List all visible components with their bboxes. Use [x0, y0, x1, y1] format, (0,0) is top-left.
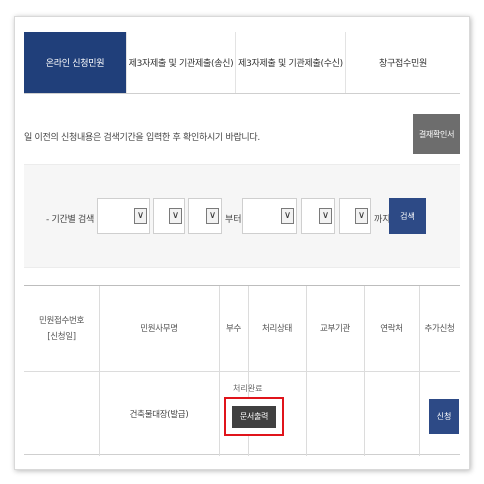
- print-highlight-box: 문서출력: [224, 397, 284, 436]
- end-day-select[interactable]: ∨: [339, 198, 371, 234]
- cell-status: 처리완료: [233, 384, 263, 393]
- cell-contact: [364, 371, 419, 456]
- tab-online-applications[interactable]: 온라인 신청민원: [24, 32, 127, 93]
- chevron-down-icon: ∨: [355, 208, 368, 224]
- cell-affair-name: 건축물대장(발급): [129, 409, 189, 420]
- period-search-label: - 기간별 검색: [46, 215, 94, 225]
- cell-issuing-org: [306, 371, 364, 456]
- print-document-button[interactable]: 문서출력: [232, 405, 276, 428]
- header-contact: 연락처: [380, 323, 403, 334]
- start-day-select[interactable]: ∨: [188, 198, 222, 234]
- header-copies: 부수: [225, 323, 242, 334]
- header-add-apply: 추가신청: [424, 323, 455, 334]
- header-receipt-no: 민원접수번호 [신청일]: [24, 286, 99, 371]
- end-year-select[interactable]: ∨: [242, 198, 297, 234]
- chevron-down-icon: ∨: [319, 208, 332, 224]
- tab-third-party-received[interactable]: 제3자제출 및 기관제출(수신): [236, 32, 346, 93]
- start-month-select[interactable]: ∨: [153, 198, 185, 234]
- applications-table: 민원접수번호 [신청일] 민원사무명 부수 처리상태 교부기관 연락처 추가신청…: [24, 285, 460, 456]
- header-receipt-no-label: 민원접수번호: [38, 315, 85, 326]
- header-application-date-label: [신청일]: [47, 331, 76, 342]
- chevron-down-icon: ∨: [134, 208, 147, 224]
- civil-petition-page: 온라인 신청민원 제3자제출 및 기관제출(송신) 제3자제출 및 기관제출(수…: [24, 30, 460, 460]
- period-search-panel: - 기간별 검색 ∨ ∨ ∨ 부터 ~ ∨ ∨ ∨ 까지 검색: [24, 164, 460, 268]
- cell-receipt-no: [24, 371, 99, 456]
- tab-counter-received[interactable]: 창구접수민원: [346, 32, 460, 93]
- chevron-down-icon: ∨: [169, 208, 182, 224]
- header-issuing-org: 교부기관: [319, 323, 351, 334]
- search-button[interactable]: 검색: [389, 198, 426, 234]
- chevron-down-icon: ∨: [281, 208, 294, 224]
- payment-confirmation-button[interactable]: 결재확인서: [413, 114, 460, 154]
- add-apply-button[interactable]: 신청: [429, 399, 459, 434]
- header-status: 처리상태: [261, 323, 293, 334]
- header-affair-name: 민원사무명: [140, 323, 178, 334]
- tab-bar: 온라인 신청민원 제3자제출 및 기관제출(송신) 제3자제출 및 기관제출(수…: [24, 32, 460, 94]
- start-year-select[interactable]: ∨: [97, 198, 150, 234]
- tab-third-party-sent[interactable]: 제3자제출 및 기관제출(송신): [127, 32, 236, 93]
- search-notice: 일 이전의 신청내용은 검색기간을 입력한 후 확인하시기 바랍니다.: [24, 133, 260, 143]
- chevron-down-icon: ∨: [206, 208, 219, 224]
- end-month-select[interactable]: ∨: [301, 198, 335, 234]
